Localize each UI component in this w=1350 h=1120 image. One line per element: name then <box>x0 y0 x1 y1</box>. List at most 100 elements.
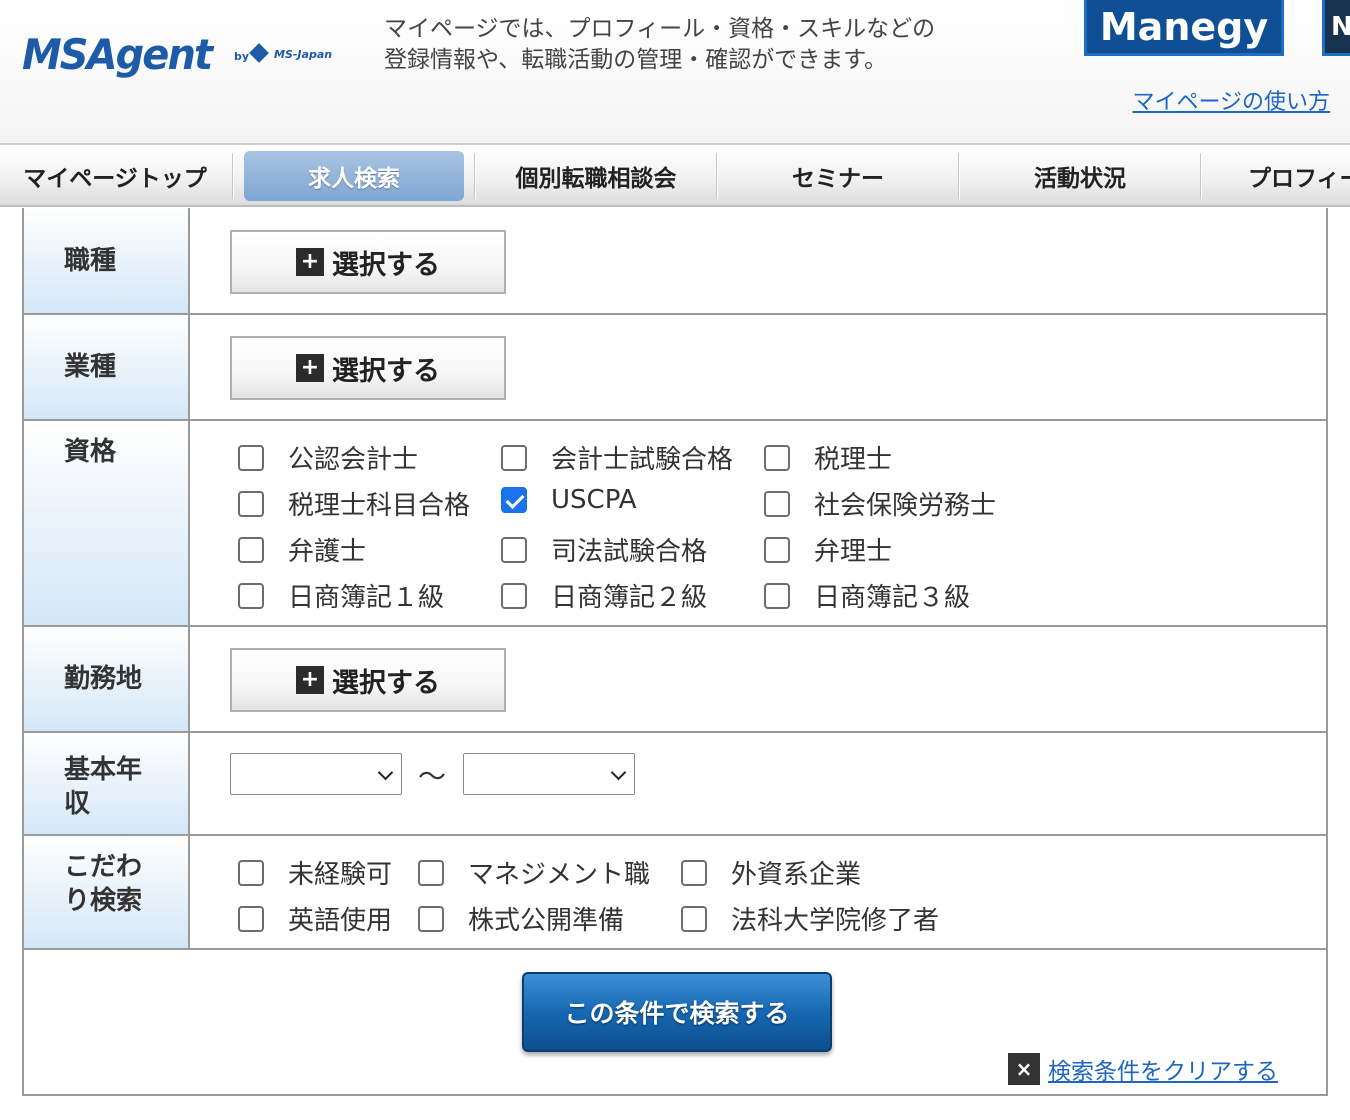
preference-checkbox-english[interactable]: 英語使用 <box>238 900 392 937</box>
qualification-checkbox-uscpa[interactable]: USCPA <box>501 485 637 515</box>
preference-checkbox-management[interactable]: マネジメント職 <box>418 854 650 891</box>
mypage-help-link[interactable]: マイページの使い方 <box>1132 84 1330 116</box>
plus-icon: + <box>296 248 324 276</box>
checkbox-label: 株式公開準備 <box>468 906 625 936</box>
checkbox-label: 未経験可 <box>288 860 393 890</box>
checkbox-label: 税理士 <box>814 445 893 475</box>
logo-diamond-icon <box>249 43 269 63</box>
row-qualification: 資格 公認会計士 会計士試験合格 税理士 税理士科目合格 USCPA 社会保険労… <box>24 421 1326 627</box>
range-separator: 〜 <box>418 760 447 793</box>
preferences-label-line2: り検索 <box>64 886 143 916</box>
row-job-type: 職種 + 選択する <box>24 208 1326 315</box>
select-button-label: 選択する <box>332 667 440 699</box>
checkbox[interactable] <box>501 536 527 563</box>
nav-activity-status[interactable]: 活動状況 <box>960 151 1200 201</box>
nav-profile[interactable]: プロフィー <box>1202 151 1350 201</box>
nav-consultation[interactable]: 個別転職相談会 <box>476 151 716 201</box>
checkbox[interactable] <box>238 582 264 609</box>
salary-label-line1: 基本年 <box>64 755 143 785</box>
plus-icon: + <box>296 354 324 382</box>
secondary-banner[interactable]: N <box>1322 0 1350 56</box>
salary-min-dropdown[interactable] <box>230 753 402 795</box>
checkbox-label: 社会保険労務士 <box>814 491 997 521</box>
checkbox[interactable] <box>238 536 264 563</box>
qualification-checkbox-bookkeeping-3[interactable]: 日商簿記３級 <box>764 577 970 614</box>
checkbox-checked[interactable] <box>501 487 527 513</box>
chevron-down-icon <box>610 764 627 781</box>
qualification-checkbox-lawyer[interactable]: 弁護士 <box>238 531 366 568</box>
qualification-checkbox-patent-attorney[interactable]: 弁理士 <box>764 531 892 568</box>
clear-conditions-link[interactable]: 検索条件をクリアする <box>1048 1052 1278 1086</box>
nav-job-search[interactable]: 求人検索 <box>244 151 464 201</box>
preferences-label: こだわ り検索 <box>24 836 190 948</box>
qualification-checkbox-bar-exam[interactable]: 司法試験合格 <box>501 531 707 568</box>
job-type-select-button[interactable]: + 選択する <box>230 230 506 294</box>
checkbox-label: 日商簿記２級 <box>551 583 708 613</box>
preference-checkbox-no-experience[interactable]: 未経験可 <box>238 854 392 891</box>
checkbox-label: 司法試験合格 <box>551 537 708 567</box>
checkbox[interactable] <box>764 444 790 471</box>
select-button-label: 選択する <box>332 355 440 387</box>
qualification-checkbox-cpa-exam[interactable]: 会計士試験合格 <box>501 439 733 476</box>
search-submit-button[interactable]: この条件で検索する <box>522 972 832 1052</box>
checkbox-label: 公認会計士 <box>288 445 419 475</box>
checkbox[interactable] <box>764 536 790 563</box>
qualification-label: 資格 <box>24 421 190 625</box>
checkbox-label: 税理士科目合格 <box>288 491 471 521</box>
qualification-checkbox-bookkeeping-2[interactable]: 日商簿記２級 <box>501 577 707 614</box>
industry-select-button[interactable]: + 選択する <box>230 336 506 400</box>
logo-text: MSAgent <box>22 30 213 79</box>
preference-checkbox-foreign-company[interactable]: 外資系企業 <box>681 854 861 891</box>
checkbox[interactable] <box>764 582 790 609</box>
checkbox-label: 外資系企業 <box>731 860 862 890</box>
checkbox[interactable] <box>418 859 444 886</box>
preference-checkbox-ipo[interactable]: 株式公開準備 <box>418 900 624 937</box>
nav-mypage-top[interactable]: マイページトップ <box>0 151 230 201</box>
logo-by-text: by <box>234 50 250 63</box>
checkbox-label: 英語使用 <box>288 906 393 936</box>
plus-icon: + <box>296 666 324 694</box>
checkbox-label: 日商簿記３級 <box>814 583 971 613</box>
checkbox-label: マネジメント職 <box>468 860 651 890</box>
qualification-checkbox-tax-subject[interactable]: 税理士科目合格 <box>238 485 470 522</box>
row-location: 勤務地 + 選択する <box>24 627 1326 733</box>
checkbox[interactable] <box>681 905 707 932</box>
qualification-checkbox-bookkeeping-1[interactable]: 日商簿記１級 <box>238 577 444 614</box>
checkbox[interactable] <box>238 905 264 932</box>
salary-max-dropdown[interactable] <box>463 753 635 795</box>
checkbox-label: 法科大学院修了者 <box>731 906 940 936</box>
job-search-form: 職種 + 選択する 業種 + 選択する 資格 公認会計士 会計士試験合格 税理士… <box>22 208 1328 1096</box>
checkbox-label: USCPA <box>551 485 637 515</box>
manegy-banner[interactable]: Manegy <box>1084 0 1284 56</box>
checkbox[interactable] <box>238 444 264 471</box>
checkbox[interactable] <box>501 582 527 609</box>
row-salary: 基本年 収 〜 <box>24 733 1326 836</box>
checkbox-label: 弁護士 <box>288 537 367 567</box>
select-button-label: 選択する <box>332 249 440 281</box>
checkbox[interactable] <box>238 490 264 517</box>
qualification-checkbox-labor-consultant[interactable]: 社会保険労務士 <box>764 485 996 522</box>
checkbox-label: 日商簿記１級 <box>288 583 445 613</box>
checkbox-label: 弁理士 <box>814 537 893 567</box>
preference-checkbox-law-school[interactable]: 法科大学院修了者 <box>681 900 939 937</box>
close-icon[interactable]: × <box>1008 1053 1040 1085</box>
qualification-checkbox-cpa[interactable]: 公認会計士 <box>238 439 418 476</box>
header-description: マイページでは、プロフィール・資格・スキルなどの登録情報や、転職活動の管理・確認… <box>384 16 936 73</box>
industry-label: 業種 <box>24 315 190 419</box>
nav-seminar[interactable]: セミナー <box>718 151 958 201</box>
checkbox[interactable] <box>418 905 444 932</box>
main-nav: マイページトップ 求人検索 個別転職相談会 セミナー 活動状況 プロフィー <box>0 143 1350 207</box>
checkbox[interactable] <box>238 859 264 886</box>
location-select-button[interactable]: + 選択する <box>230 648 506 712</box>
checkbox[interactable] <box>764 490 790 517</box>
chevron-down-icon <box>377 764 394 781</box>
logo-company-text: MS-Japan <box>274 48 333 61</box>
checkbox[interactable] <box>501 444 527 471</box>
qualification-checkbox-tax-accountant[interactable]: 税理士 <box>764 439 892 476</box>
row-preferences: こだわ り検索 未経験可 マネジメント職 外資系企業 英語使用 株式公開準備 法… <box>24 836 1326 950</box>
location-label: 勤務地 <box>24 627 190 731</box>
site-header: MSAgent by MS-Japan マイページでは、プロフィール・資格・スキ… <box>0 0 1350 145</box>
clear-conditions[interactable]: × 検索条件をクリアする <box>1008 1052 1278 1086</box>
checkbox[interactable] <box>681 859 707 886</box>
salary-label-line2: 収 <box>64 789 91 819</box>
